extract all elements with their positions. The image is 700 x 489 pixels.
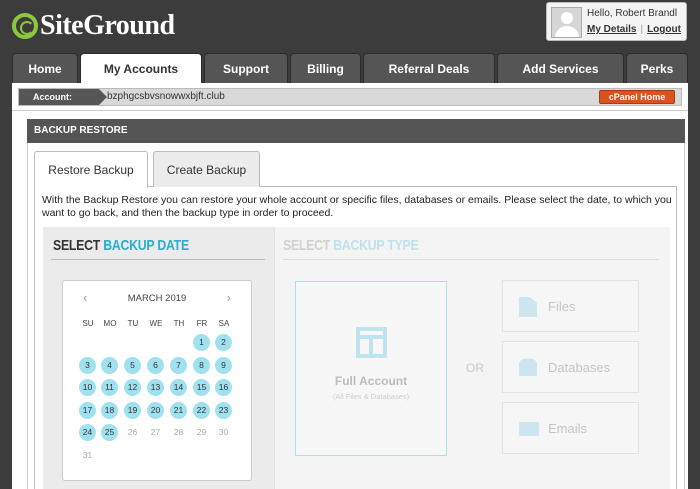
- weekday-label: FR: [196, 319, 208, 328]
- databases-option[interactable]: Databases: [502, 341, 639, 393]
- tab-my-accounts[interactable]: My Accounts: [80, 53, 202, 84]
- calendar-day-available[interactable]: 5: [124, 356, 141, 374]
- layout-icon: [356, 327, 387, 358]
- full-account-option[interactable]: Full Account (All Files & Databases): [295, 281, 447, 456]
- calendar-day-unavailable: 27: [150, 427, 161, 437]
- tab-support[interactable]: Support: [204, 53, 288, 83]
- calendar-day-available[interactable]: 3: [79, 356, 96, 374]
- calendar-day-unavailable: 29: [196, 427, 207, 437]
- files-label: Files: [548, 299, 576, 314]
- backup-type-pane: SELECT BACKUP TYPE Full Account (All Fil…: [274, 227, 670, 489]
- avatar: [551, 7, 582, 38]
- logout-link[interactable]: Logout: [647, 24, 681, 35]
- date-calendar: ‹ MARCH 2019 › SU MO TU WE TH FR SA 1 2 3 4 5 6 7 8 9 10…: [62, 280, 252, 481]
- weekday-label: TH: [173, 319, 185, 328]
- calendar-day-available[interactable]: 6: [147, 356, 164, 374]
- emails-label: Emails: [548, 421, 588, 436]
- calendar-day-available[interactable]: 23: [215, 401, 232, 419]
- calendar-day-available[interactable]: 18: [101, 401, 118, 419]
- calendar-day-available[interactable]: 9: [215, 356, 232, 374]
- calendar-month: MARCH 2019: [127, 293, 187, 304]
- weekday-label: SA: [218, 319, 230, 328]
- calendar-day-available[interactable]: 13: [147, 379, 164, 396]
- next-month-button[interactable]: ›: [227, 290, 231, 305]
- account-label: Account:: [19, 89, 107, 105]
- file-icon: [519, 297, 537, 317]
- section-title: BACKUP RESTORE: [27, 119, 685, 143]
- emails-option[interactable]: Emails: [502, 402, 639, 454]
- weekday-label: MO: [103, 319, 117, 328]
- full-account-label: Full Account: [334, 374, 408, 388]
- calendar-day-available[interactable]: 22: [193, 401, 210, 419]
- tab-restore-backup[interactable]: Restore Backup: [34, 151, 148, 188]
- files-option[interactable]: Files: [502, 280, 639, 332]
- account-domain: bzphgcsbvsnowwxbjft.club: [107, 91, 225, 102]
- account-strip: Account: bzphgcsbvsnowwxbjft.club cPanel…: [18, 88, 682, 106]
- calendar-day-available[interactable]: 21: [170, 401, 187, 419]
- calendar-day-available[interactable]: 15: [193, 379, 210, 396]
- calendar-day-available[interactable]: 25: [101, 424, 118, 441]
- calendar-day-available[interactable]: 7: [170, 356, 187, 374]
- calendar-day-available[interactable]: 12: [124, 379, 141, 396]
- calendar-day-unavailable: 26: [127, 427, 138, 437]
- backup-date-pane: SELECT BACKUP DATE ‹ MARCH 2019 › SU MO TU…: [43, 227, 274, 489]
- calendar-day-available[interactable]: 10: [79, 379, 96, 396]
- backup-date-title: SELECT BACKUP DATE: [53, 237, 189, 254]
- calendar-day-available[interactable]: 11: [101, 379, 118, 396]
- database-icon: [519, 358, 537, 378]
- restore-description: With the Backup Restore you can restore …: [42, 194, 672, 219]
- full-account-sublabel: (All Files & Databases): [332, 392, 410, 401]
- my-details-link[interactable]: My Details: [587, 24, 636, 35]
- calendar-day-available[interactable]: 2: [215, 334, 232, 351]
- calendar-day-available[interactable]: 20: [147, 401, 164, 419]
- calendar-day-available[interactable]: 16: [215, 379, 232, 396]
- calendar-day-available[interactable]: 4: [101, 356, 118, 374]
- backup-type-title: SELECT BACKUP TYPE: [283, 237, 419, 254]
- calendar-day-unavailable: 30: [218, 427, 229, 437]
- calendar-day-available[interactable]: 8: [193, 356, 210, 374]
- tab-home[interactable]: Home: [12, 53, 78, 83]
- cpanel-home-button[interactable]: cPanel Home: [599, 90, 675, 104]
- calendar-day-available[interactable]: 19: [124, 401, 141, 419]
- tab-add-services[interactable]: Add Services: [497, 53, 624, 83]
- main-content: BACKUP RESTORE Restore Backup Create Bac…: [12, 111, 688, 489]
- calendar-day-available[interactable]: 14: [170, 379, 187, 396]
- tab-create-backup[interactable]: Create Backup: [153, 151, 260, 187]
- weekday-label: SU: [82, 319, 94, 328]
- calendar-day-available[interactable]: 24: [79, 424, 96, 441]
- link-separator: |: [640, 24, 644, 35]
- user-panel: Hello, Robert Brandl My Details | Logout: [546, 2, 687, 41]
- or-label: OR: [466, 361, 484, 375]
- calendar-day-unavailable: 31: [82, 449, 93, 460]
- tab-billing[interactable]: Billing: [290, 53, 361, 83]
- user-links: My Details | Logout: [587, 24, 681, 35]
- account-bar: Account: bzphgcsbvsnowwxbjft.club cPanel…: [12, 83, 688, 111]
- calendar-day-available[interactable]: 1: [193, 334, 210, 351]
- calendar-day-unavailable: 28: [173, 427, 184, 437]
- siteground-logo[interactable]: SiteGround: [12, 10, 175, 42]
- weekday-label: TU: [127, 319, 139, 328]
- envelope-icon: [519, 422, 539, 436]
- main-nav: Home My Accounts Support Billing Referra…: [12, 53, 688, 84]
- user-greeting: Hello, Robert Brandl: [587, 8, 678, 19]
- tab-perks[interactable]: Perks: [626, 53, 688, 83]
- databases-label: Databases: [548, 360, 611, 375]
- tab-referral-deals[interactable]: Referral Deals: [363, 53, 495, 83]
- logo-swirl-icon: [12, 13, 38, 39]
- calendar-day-available[interactable]: 17: [79, 401, 96, 419]
- brand-name: SiteGround: [40, 10, 175, 41]
- weekday-label: WE: [149, 319, 163, 328]
